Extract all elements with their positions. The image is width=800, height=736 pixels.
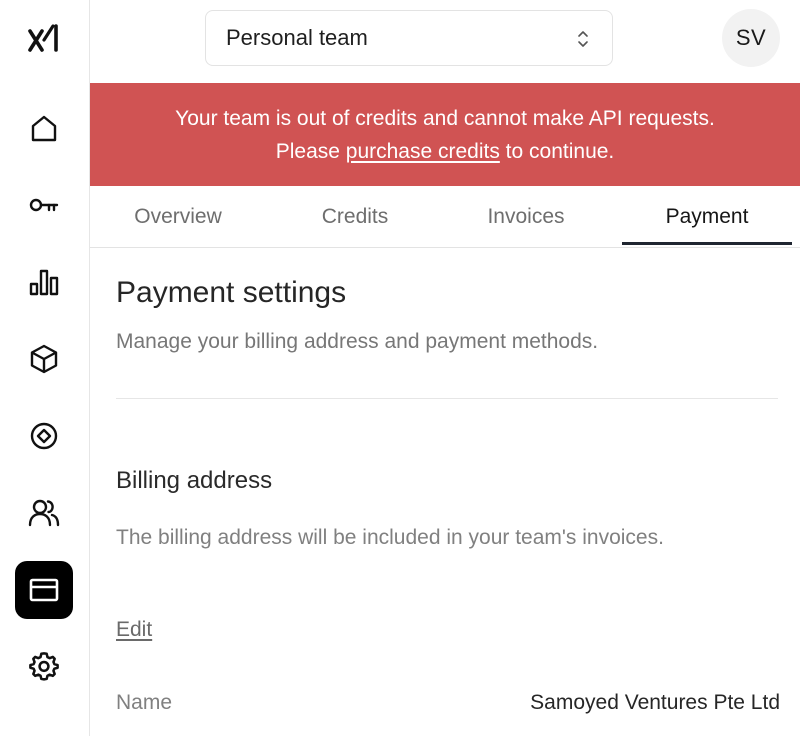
sidebar-item-settings[interactable]: [15, 637, 73, 695]
billing-icon: [29, 578, 59, 602]
tab-overview[interactable]: Overview: [90, 186, 266, 248]
billing-name-label: Name: [116, 691, 173, 714]
tab-invoices[interactable]: Invoices: [444, 186, 608, 248]
sidebar-item-team[interactable]: [15, 484, 73, 542]
chevron-up-down-icon: [578, 31, 588, 47]
gear-icon: [29, 652, 59, 681]
avatar[interactable]: SV: [722, 9, 780, 67]
team-select[interactable]: Personal team: [205, 10, 613, 66]
home-icon: [31, 115, 57, 142]
sidebar-item-billing[interactable]: [15, 561, 73, 619]
sidebar-item-usage[interactable]: [15, 253, 73, 311]
sidebar: [0, 0, 90, 736]
target-icon: [30, 422, 58, 450]
team-select-value: Personal team: [226, 25, 368, 50]
active-tab-indicator: [622, 242, 792, 245]
sidebar-item-models[interactable]: [15, 330, 73, 388]
billing-address-description: The billing address will be included in …: [116, 526, 664, 549]
page-subtitle: Manage your billing address and payment …: [116, 330, 599, 353]
users-icon: [28, 499, 60, 527]
out-of-credits-banner: Your team is out of credits and cannot m…: [90, 83, 800, 186]
tab-credits[interactable]: Credits: [266, 186, 444, 248]
billing-name-value: Samoyed Ventures Pte Ltd: [530, 691, 780, 714]
bar-chart-icon: [29, 269, 59, 296]
edit-billing-address-link[interactable]: Edit: [116, 618, 152, 642]
cube-icon: [30, 344, 58, 374]
sidebar-item-home[interactable]: [15, 99, 73, 157]
banner-line-2: Please purchase credits to continue.: [90, 135, 800, 168]
purchase-credits-link[interactable]: purchase credits: [346, 140, 500, 163]
xai-logo[interactable]: [22, 16, 66, 60]
banner-line-1: Your team is out of credits and cannot m…: [175, 107, 715, 130]
tab-payment[interactable]: Payment: [622, 186, 792, 248]
page-title: Payment settings: [116, 276, 347, 309]
key-icon: [29, 198, 59, 212]
billing-tabs: Overview Credits Invoices Payment: [90, 186, 800, 248]
section-divider: [116, 398, 778, 399]
sidebar-item-explore[interactable]: [15, 407, 73, 465]
main-panel: Personal team SV Your team is out of cre…: [90, 0, 800, 736]
sidebar-item-api-keys[interactable]: [15, 176, 73, 234]
banner-text-suffix: to continue.: [499, 140, 615, 163]
billing-address-title: Billing address: [116, 467, 273, 494]
banner-text-prefix: Please: [275, 140, 346, 163]
avatar-initials: SV: [735, 25, 767, 50]
xai-logo-icon: [28, 24, 58, 52]
